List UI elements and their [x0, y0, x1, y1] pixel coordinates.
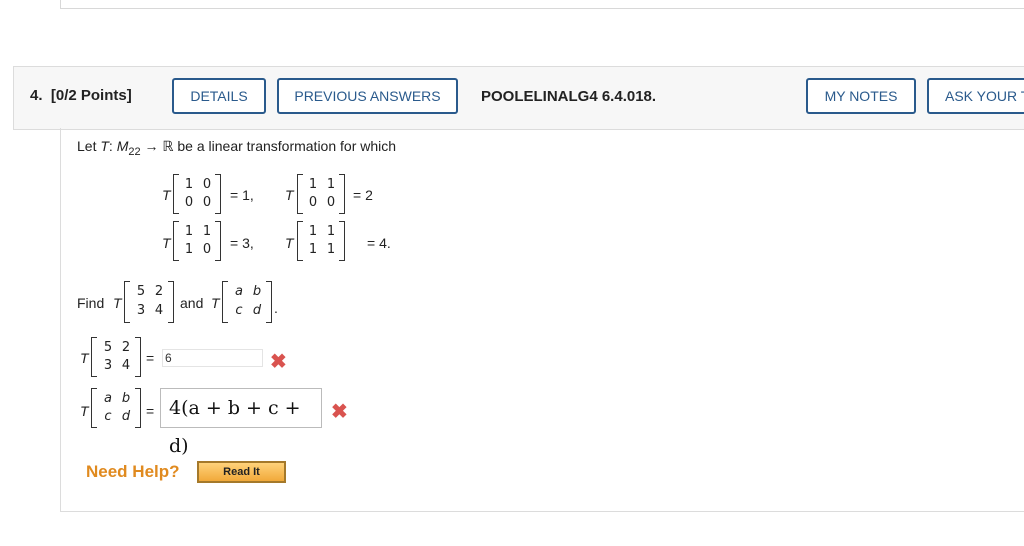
matrix-cell: d: [121, 409, 131, 424]
matrix-cell: 1: [308, 177, 318, 192]
matrix-cell: 1: [184, 177, 194, 192]
answer2-T: T: [80, 403, 89, 419]
question-number: 4. [0/2 Points]: [30, 87, 132, 104]
matrix-cell: a: [235, 284, 243, 299]
intro-sub: 22: [128, 145, 141, 158]
given-result-2: = 2: [353, 187, 373, 203]
matrix-cell: 4: [154, 303, 164, 318]
problem-intro: Let T: M22 → ℝ be a linear transformatio…: [77, 138, 396, 158]
answer2-matrix: a b c d: [91, 388, 141, 428]
matrix-cell: 1: [326, 224, 336, 239]
answer1-T: T: [80, 350, 89, 366]
given-T-4: T: [285, 235, 294, 251]
incorrect-icon: ✖: [331, 401, 348, 423]
points-label: [0/2 Points]: [50, 87, 132, 104]
given-matrix-2: 1 1 0 0: [297, 174, 345, 214]
find-period: .: [274, 300, 278, 316]
intro-T: T: [100, 138, 109, 154]
matrix-cell: d: [252, 303, 262, 318]
matrix-cell: 1: [308, 242, 318, 257]
question-reference: POOLELINALG4 6.4.018.: [481, 88, 657, 105]
find-T-2: T: [211, 295, 220, 311]
and-label: and: [180, 295, 204, 311]
matrix-cell: b: [252, 284, 262, 299]
given-result-3: = 3,: [230, 235, 254, 251]
given-matrix-3: 1 1 1 0: [173, 221, 221, 261]
intro-rest: → ℝ be a linear transformation for which: [144, 138, 397, 154]
matrix-cell: 2: [154, 284, 164, 299]
answer1-input[interactable]: 6: [162, 349, 263, 367]
given-result-4: = 4.: [367, 235, 391, 251]
given-T-3: T: [162, 235, 171, 251]
given-result-1: = 1,: [230, 187, 254, 203]
matrix-cell: 1: [184, 224, 194, 239]
matrix-cell: 0: [202, 242, 212, 257]
previous-answers-button[interactable]: PREVIOUS ANSWERS: [277, 78, 458, 114]
matrix-cell: 1: [326, 242, 336, 257]
find-matrix-numbers: 5 2 3 4: [124, 281, 174, 323]
intro-let: Let: [77, 138, 97, 154]
incorrect-icon: ✖: [270, 351, 287, 373]
intro-colon: :: [108, 138, 113, 154]
read-it-button[interactable]: Read It: [197, 461, 286, 483]
details-button[interactable]: DETAILS: [172, 78, 266, 114]
matrix-cell: 2: [121, 340, 131, 355]
matrix-cell: 3: [103, 358, 113, 373]
matrix-cell: b: [121, 391, 131, 406]
question-number-label: 4.: [30, 87, 43, 104]
matrix-cell: 0: [202, 177, 212, 192]
matrix-cell: 0: [202, 195, 212, 210]
ask-your-teacher-button[interactable]: ASK YOUR T: [927, 78, 1024, 114]
my-notes-button[interactable]: MY NOTES: [806, 78, 916, 114]
given-matrix-4: 1 1 1 1: [297, 221, 345, 261]
given-matrix-1: 1 0 0 0: [173, 174, 221, 214]
answer2-input[interactable]: 4(a + b + c + d): [160, 388, 322, 457]
matrix-cell: 1: [184, 242, 194, 257]
matrix-cell: 0: [326, 195, 336, 210]
matrix-cell: c: [104, 409, 112, 424]
answer1-matrix: 5 2 3 4: [91, 337, 141, 377]
matrix-cell: 3: [136, 303, 146, 318]
matrix-cell: 0: [184, 195, 194, 210]
matrix-cell: 1: [326, 177, 336, 192]
intro-M: M: [116, 138, 129, 154]
matrix-cell: 0: [308, 195, 318, 210]
matrix-cell: 1: [202, 224, 212, 239]
find-matrix-variables: a b c d: [222, 281, 272, 323]
matrix-cell: 5: [103, 340, 113, 355]
answer1-equals: =: [146, 350, 155, 366]
matrix-cell: a: [104, 391, 112, 406]
find-label: Find: [77, 295, 105, 311]
matrix-cell: c: [235, 303, 243, 318]
given-T-2: T: [285, 187, 294, 203]
answer2-equals: =: [146, 403, 155, 419]
find-T-1: T: [113, 295, 122, 311]
matrix-cell: 4: [121, 358, 131, 373]
need-help-label: Need Help?: [86, 462, 180, 481]
matrix-cell: 1: [308, 224, 318, 239]
matrix-cell: 5: [136, 284, 146, 299]
previous-question-card: [60, 0, 1024, 9]
given-T-1: T: [162, 187, 171, 203]
